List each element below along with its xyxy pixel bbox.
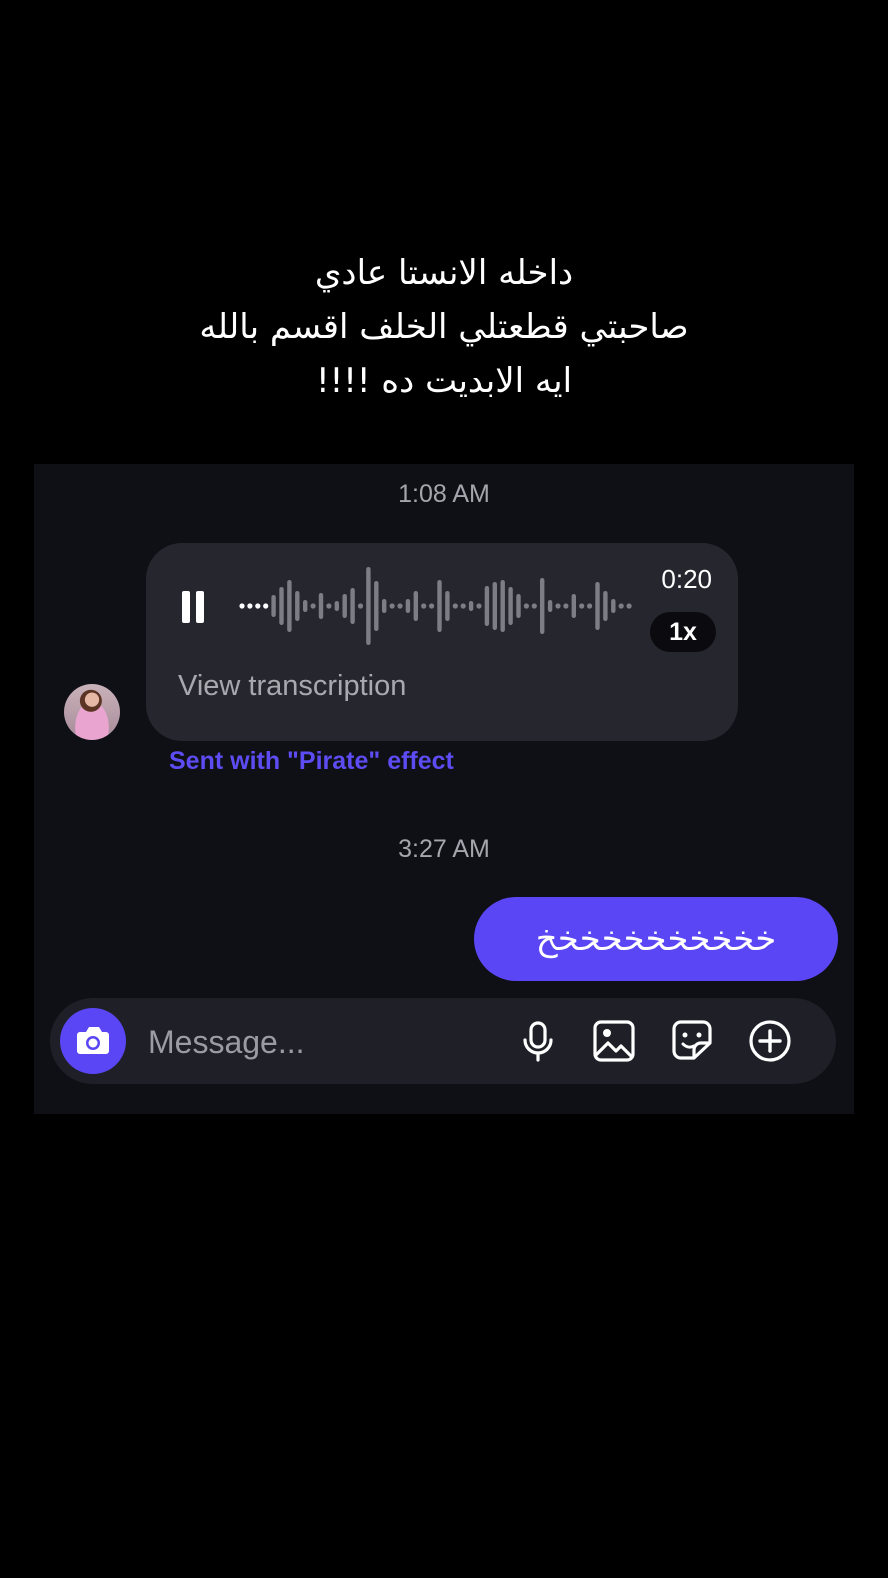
- camera-icon: [77, 1027, 109, 1054]
- waveform-dot: [247, 603, 253, 609]
- waveform-dot: [587, 603, 593, 609]
- waveform-bar: [279, 587, 284, 625]
- waveform-bar: [595, 582, 600, 630]
- view-transcription-link[interactable]: View transcription: [178, 670, 406, 703]
- sticker-icon: [672, 1020, 712, 1060]
- waveform-dot: [563, 603, 569, 609]
- message-composer: [50, 998, 836, 1084]
- waveform-bar: [342, 594, 347, 618]
- pause-icon[interactable]: [182, 591, 206, 623]
- sent-message-bubble[interactable]: خخخخخخخخخخخ: [474, 897, 838, 981]
- waveform-bar: [547, 600, 553, 612]
- camera-button[interactable]: [60, 1008, 126, 1074]
- waveform[interactable]: [238, 563, 634, 649]
- waveform-bar: [405, 599, 411, 613]
- waveform-bar: [484, 586, 490, 626]
- waveform-dot: [255, 603, 261, 609]
- waveform-bar: [334, 601, 339, 611]
- waveform-bar: [287, 580, 292, 632]
- plus-icon: [749, 1020, 791, 1062]
- waveform-dot: [476, 603, 482, 609]
- waveform-dot: [618, 603, 624, 609]
- waveform-bar: [540, 578, 545, 634]
- waveform-dot: [626, 603, 632, 609]
- waveform-dot: [460, 603, 466, 609]
- timestamp: 3:27 AM: [398, 835, 490, 863]
- waveform-bar: [437, 580, 442, 632]
- waveform-bar: [603, 591, 608, 621]
- gallery-icon: [593, 1020, 635, 1062]
- sticker-button[interactable]: [668, 1017, 716, 1065]
- waveform-dot: [389, 603, 395, 609]
- waveform-bar: [508, 587, 513, 625]
- waveform-dot: [579, 603, 585, 609]
- add-button[interactable]: [746, 1017, 794, 1065]
- voice-duration: 0:20: [661, 564, 712, 594]
- waveform-bar: [468, 601, 474, 611]
- message-input[interactable]: [146, 1018, 490, 1066]
- waveform-dot: [326, 603, 332, 609]
- waveform-bar: [611, 599, 616, 613]
- waveform-bar: [413, 591, 418, 621]
- waveform-dot: [239, 603, 245, 609]
- waveform-bar: [492, 582, 497, 630]
- microphone-icon: [523, 1021, 553, 1062]
- waveform-bar: [500, 580, 505, 632]
- waveform-bar: [318, 593, 324, 619]
- avatar[interactable]: [64, 684, 120, 740]
- caption-line-1: داخله الانستا عادي: [314, 253, 574, 293]
- chat-thread: 1:08 AM 0:20 1x View transcription Sent …: [34, 464, 854, 1114]
- waveform-bar: [295, 591, 300, 621]
- waveform-dot: [531, 603, 537, 609]
- waveform-bar: [303, 600, 308, 612]
- timestamp: 1:08 AM: [398, 480, 490, 508]
- waveform-bar: [571, 594, 576, 618]
- screen: داخله الانستا عادي صاحبتي قطعتلي الخلف ا…: [0, 0, 888, 1578]
- microphone-button[interactable]: [514, 1017, 562, 1065]
- waveform-bar: [516, 594, 521, 618]
- waveform-dot: [357, 603, 364, 609]
- overlay-caption: داخله الانستا عادي صاحبتي قطعتلي الخلف ا…: [0, 246, 888, 408]
- waveform-bar: [445, 591, 450, 621]
- caption-line-2: صاحبتي قطعتلي الخلف اقسم بالله: [199, 307, 689, 347]
- waveform-bar: [350, 588, 355, 624]
- waveform-bar: [366, 567, 371, 645]
- waveform-dot: [397, 603, 403, 609]
- waveform-dot: [263, 603, 269, 609]
- playback-speed-button[interactable]: 1x: [650, 612, 716, 652]
- waveform-bar: [271, 595, 276, 617]
- waveform-bar: [374, 581, 379, 631]
- waveform-dot: [452, 603, 458, 609]
- caption-line-3: ايه الابديت ده !!!!: [315, 361, 573, 401]
- waveform-dot: [310, 603, 316, 609]
- message-effect-label: Sent with "Pirate" effect: [169, 747, 454, 775]
- voice-message-bubble[interactable]: 0:20 1x View transcription: [146, 543, 738, 741]
- waveform-bar: [382, 599, 387, 613]
- waveform-dot: [555, 603, 561, 609]
- gallery-button[interactable]: [590, 1017, 638, 1065]
- waveform-dot: [523, 603, 529, 609]
- waveform-dot: [421, 603, 427, 609]
- waveform-dot: [429, 603, 435, 609]
